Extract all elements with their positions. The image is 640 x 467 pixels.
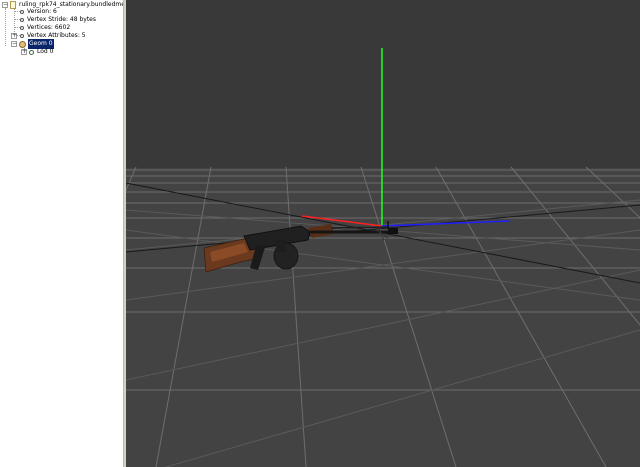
file-icon — [10, 1, 16, 9]
collapse-icon[interactable]: − — [2, 2, 8, 8]
property-icon — [20, 10, 24, 14]
tree-connector — [5, 8, 6, 46]
property-icon — [20, 26, 24, 30]
viewport-canvas — [126, 0, 640, 467]
scene-tree-panel: − ruling_rpk74_stationary.bundledmesh Ve… — [0, 0, 124, 467]
tree-item-lod[interactable]: + Lod 0 — [21, 47, 53, 57]
expand-icon[interactable]: + — [21, 49, 27, 55]
3d-viewport[interactable] — [126, 0, 640, 467]
collapse-icon[interactable]: − — [11, 41, 17, 47]
tree-item-label: Lod 0 — [37, 48, 54, 55]
property-icon — [20, 34, 24, 38]
viewport-sky — [126, 0, 640, 168]
lod-icon — [29, 49, 34, 55]
property-icon — [20, 18, 24, 22]
